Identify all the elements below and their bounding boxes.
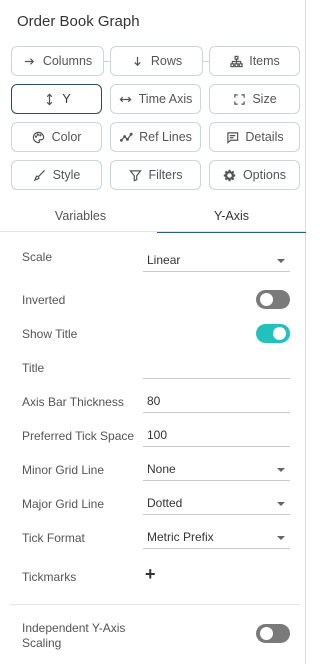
size-label: Size bbox=[252, 92, 277, 106]
tickmarks-label: Tickmarks bbox=[22, 570, 77, 584]
options-button[interactable]: Options bbox=[209, 160, 300, 190]
comment-icon bbox=[225, 130, 239, 144]
chevron-down-icon bbox=[277, 502, 285, 506]
inverted-label: Inverted bbox=[22, 293, 66, 307]
section-divider bbox=[10, 604, 300, 605]
tab-bar: Variables Y-Axis bbox=[0, 203, 306, 233]
add-tickmark-button[interactable]: + bbox=[145, 565, 156, 583]
columns-label: Columns bbox=[42, 54, 93, 68]
scale-value: Linear bbox=[147, 253, 181, 267]
minor-grid-line-label: Minor Grid Line bbox=[22, 463, 105, 477]
independent-scaling-label: Independent Y-Axis Scaling bbox=[22, 621, 125, 651]
options-label: Options bbox=[242, 168, 287, 182]
tick-format-select[interactable]: Metric Prefix bbox=[143, 527, 290, 549]
y-label: Y bbox=[62, 92, 71, 106]
title-input[interactable] bbox=[143, 357, 290, 379]
major-grid-line-label: Major Grid Line bbox=[22, 497, 105, 511]
chevron-down-icon bbox=[277, 468, 285, 472]
title-label: Title bbox=[22, 361, 45, 375]
independent-scaling-toggle[interactable] bbox=[256, 624, 290, 643]
details-button[interactable]: Details bbox=[209, 122, 300, 152]
size-button[interactable]: Size bbox=[209, 84, 300, 114]
details-label: Details bbox=[245, 130, 284, 144]
show-title-label: Show Title bbox=[22, 327, 78, 341]
axis-bar-thickness-input[interactable]: 80 bbox=[143, 391, 290, 413]
y-button[interactable]: Y bbox=[11, 84, 102, 114]
vertical-arrows-icon bbox=[42, 92, 56, 106]
items-label: Items bbox=[249, 54, 280, 68]
ref-lines-label: Ref Lines bbox=[139, 130, 192, 144]
color-label: Color bbox=[51, 130, 82, 144]
time-axis-label: Time Axis bbox=[138, 92, 193, 106]
toggle-knob bbox=[273, 327, 286, 340]
arrow-down-icon bbox=[131, 54, 145, 68]
time-axis-button[interactable]: Time Axis bbox=[110, 84, 201, 114]
palette-icon bbox=[32, 130, 46, 144]
filters-button[interactable]: Filters bbox=[110, 160, 201, 190]
columns-button[interactable]: Columns bbox=[11, 46, 104, 76]
horizontal-arrows-icon bbox=[119, 92, 133, 106]
tab-divider bbox=[0, 231, 306, 232]
ref-lines-button[interactable]: Ref Lines bbox=[110, 122, 201, 152]
filters-label: Filters bbox=[148, 168, 183, 182]
tick-format-label: Tick Format bbox=[22, 531, 85, 545]
minor-grid-line-value: None bbox=[147, 462, 176, 476]
independent-scaling-label-line1: Independent Y-Axis bbox=[22, 621, 126, 635]
rows-button[interactable]: Rows bbox=[110, 46, 203, 76]
minor-grid-line-select[interactable]: None bbox=[143, 459, 290, 481]
toggle-knob bbox=[260, 293, 273, 306]
style-button[interactable]: Style bbox=[11, 160, 102, 190]
rows-label: Rows bbox=[150, 54, 183, 68]
hierarchy-icon bbox=[229, 54, 243, 68]
brush-icon bbox=[33, 168, 47, 182]
major-grid-line-value: Dotted bbox=[147, 496, 183, 510]
items-button[interactable]: Items bbox=[209, 46, 300, 76]
gear-icon bbox=[223, 168, 237, 182]
scale-label: Scale bbox=[22, 250, 53, 264]
expand-corners-icon bbox=[232, 92, 246, 106]
preferred-tick-space-label: Preferred Tick Space bbox=[22, 429, 135, 443]
tab-variables[interactable]: Variables bbox=[4, 203, 157, 233]
tab-y-axis[interactable]: Y-Axis bbox=[157, 203, 306, 233]
independent-scaling-label-line2: Scaling bbox=[22, 636, 62, 650]
inverted-toggle[interactable] bbox=[256, 290, 290, 309]
preferred-tick-space-input[interactable]: 100 bbox=[143, 425, 290, 447]
major-grid-line-select[interactable]: Dotted bbox=[143, 493, 290, 515]
arrow-right-icon bbox=[23, 54, 37, 68]
settings-panel: Order Book Graph Columns Rows Items Y Ti… bbox=[0, 0, 306, 664]
funnel-icon bbox=[128, 168, 142, 182]
axis-bar-thickness-label: Axis Bar Thickness bbox=[22, 395, 124, 409]
chevron-down-icon bbox=[277, 259, 285, 263]
show-title-toggle[interactable] bbox=[256, 324, 290, 343]
scale-select[interactable]: Linear bbox=[143, 250, 290, 272]
panel-title: Order Book Graph bbox=[17, 13, 140, 30]
color-button[interactable]: Color bbox=[11, 122, 102, 152]
style-label: Style bbox=[52, 168, 81, 182]
chevron-down-icon bbox=[277, 536, 285, 540]
line-chart-icon bbox=[119, 130, 133, 144]
toggle-knob bbox=[260, 627, 273, 640]
tick-format-value: Metric Prefix bbox=[147, 530, 214, 544]
